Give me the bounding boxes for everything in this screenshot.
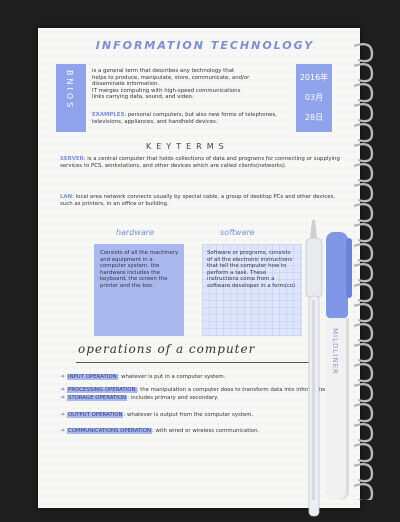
date-year: 2016年 xyxy=(299,73,329,82)
date-month: 03月 xyxy=(304,93,324,102)
hardware-text: Consists of all the machinery and equipm… xyxy=(100,250,179,289)
op-label: PROCESSING OPERATION xyxy=(66,386,137,393)
arrow-icon: ➜ xyxy=(60,373,67,380)
left-tab: BNIOS xyxy=(56,64,86,132)
arrow-icon: ➜ xyxy=(60,427,67,435)
highlighter-marker: MILDLINER xyxy=(322,232,354,500)
intro-line: links carrying data, sound, and video. xyxy=(92,94,194,101)
server-label: SERVER xyxy=(60,156,84,162)
op-label: OUTPUT OPERATION xyxy=(66,411,124,418)
keyterms-heading: KEYTERMS xyxy=(146,142,229,151)
arrow-icon: ➜ xyxy=(60,410,67,418)
marker-clip xyxy=(346,238,352,298)
date-day: 28日 xyxy=(304,113,324,122)
software-title: software xyxy=(220,228,255,237)
left-tab-text: BNIOS xyxy=(65,70,74,111)
examples-label: EXAMPLES xyxy=(92,112,125,118)
software-text: Software or programs, consists of all th… xyxy=(207,250,296,289)
spiral-binding xyxy=(353,43,374,500)
op-label: STORAGE OPERATION xyxy=(66,395,128,402)
intro-line: helps to produce, manipulate, store, com… xyxy=(92,74,250,81)
op-label: INPUT OPERATION xyxy=(66,374,118,380)
software-card: Software or programs, consists of all th… xyxy=(202,244,302,336)
page-title: INFORMATION TECHNOLOGY xyxy=(95,39,315,52)
hardware-title: hardware xyxy=(116,228,154,237)
lan-text: LAN: local area network connects usually… xyxy=(60,194,344,207)
marker-cap xyxy=(326,232,348,318)
marker-label: MILDLINER xyxy=(331,328,339,375)
intro-line: IT merges computing with high-speed comm… xyxy=(92,87,241,94)
intro-text: is a general term that describes any tec… xyxy=(92,68,294,101)
op-label: COMMUNICATIONS OPERATION xyxy=(66,428,152,435)
date-tab: 2016年 03月 28日 xyxy=(296,64,332,132)
intro-line: is a general term that describes any tec… xyxy=(92,68,235,74)
heading-underline xyxy=(76,362,316,363)
op-text: : whatever is put in a computer system. xyxy=(117,374,226,380)
operations-heading: operations of a computer xyxy=(78,342,256,356)
examples-text: EXAMPLES: personal computers, but also n… xyxy=(92,112,298,125)
intro-line: disseminate information. xyxy=(92,81,160,88)
hardware-card: Consists of all the machinery and equipm… xyxy=(94,244,184,336)
arrow-icon: ➜ xyxy=(60,385,67,393)
op-text: : whatever is output from the computer s… xyxy=(123,411,254,418)
server-text: SERVER: is a central computer that holds… xyxy=(60,156,344,169)
lan-body: : local area network connects usually by… xyxy=(60,194,336,207)
lan-label: LAN xyxy=(60,194,73,200)
server-body: : is a central computer that holds colle… xyxy=(60,156,340,169)
op-text: : with wired or wireless communication. xyxy=(152,428,260,435)
op-text: : includes primary and secondary. xyxy=(127,395,219,402)
arrow-icon: ➜ xyxy=(60,394,67,402)
